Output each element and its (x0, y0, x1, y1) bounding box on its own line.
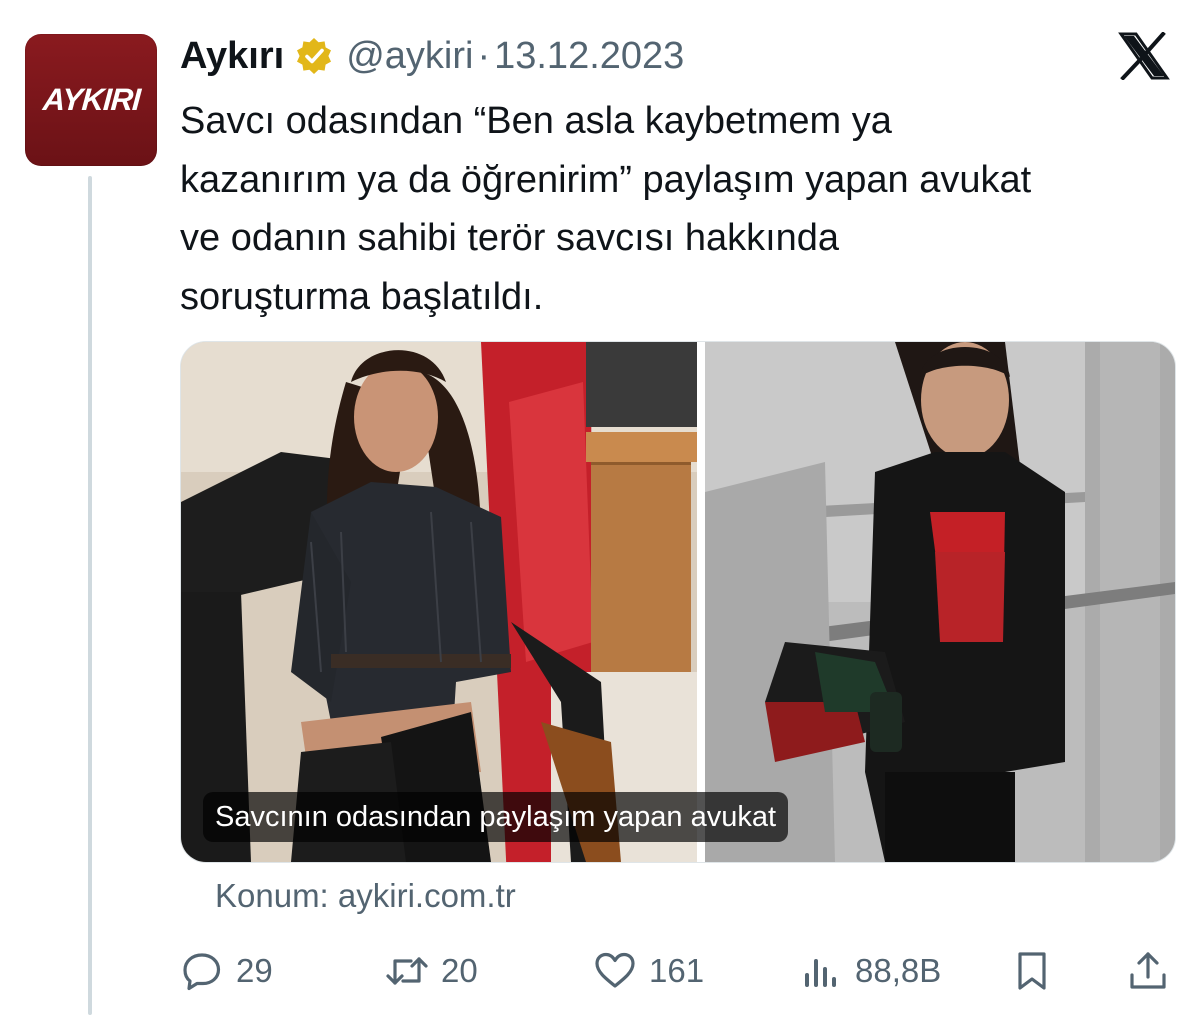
share-icon (1130, 952, 1166, 989)
photo-left[interactable] (181, 342, 697, 862)
photo-right[interactable] (705, 342, 1175, 862)
views-button[interactable]: 88,8B (799, 946, 941, 996)
tweet-text-line: Savcı odasından “Ben asla kaybetmem ya (180, 100, 892, 142)
tweet-header: Aykırı @aykiri · 13.12.2023 (180, 30, 684, 82)
avatar-logo-text: AYKIRI (41, 82, 141, 117)
media-caption: Savcının odasından paylaşım yapan avukat (203, 792, 789, 842)
reply-count: 29 (236, 952, 273, 989)
media-grid[interactable]: Savcının odasından paylaşım yapan avukat (180, 341, 1176, 863)
verified-badge-icon (294, 36, 334, 76)
heart-icon (595, 952, 635, 988)
share-button[interactable] (1126, 946, 1170, 996)
retweet-button[interactable]: 20 (385, 946, 478, 996)
action-bar: 29 20 161 88,8B (180, 946, 1174, 996)
location-text[interactable]: Konum: aykiri.com.tr (215, 877, 516, 915)
retweet-count: 20 (441, 952, 478, 989)
retweet-icon (386, 957, 428, 985)
bookmark-icon (1018, 952, 1046, 990)
views-icon (805, 959, 836, 987)
reply-icon (183, 953, 221, 991)
handle[interactable]: @aykiri (346, 35, 473, 78)
like-button[interactable]: 161 (593, 946, 704, 996)
tweet-text-line: ve odanın sahibi terör savcısı hakkında (180, 217, 840, 259)
photo-divider (697, 342, 705, 862)
x-logo-icon[interactable] (1118, 31, 1170, 81)
post-date[interactable]: 13.12.2023 (494, 35, 684, 78)
avatar[interactable]: AYKIRI (25, 34, 157, 166)
thread-line (88, 176, 92, 1015)
display-name[interactable]: Aykırı (180, 35, 284, 78)
reply-button[interactable]: 29 (180, 946, 273, 996)
tweet-text-line: soruşturma başlatıldı. (180, 275, 544, 318)
bookmark-button[interactable] (1010, 946, 1054, 996)
tweet-text: Savcı odasından “Ben asla kaybetmem ya k… (180, 92, 1180, 326)
like-count: 161 (649, 952, 705, 989)
tweet-text-line: kazanırım ya da öğrenirim” paylaşım yapa… (180, 158, 1032, 201)
views-count: 88,8B (855, 952, 942, 989)
tweet-card: AYKIRI Aykırı @aykiri · 13.12.2023 Savcı… (0, 0, 1200, 1015)
separator-dot: · (477, 34, 491, 77)
